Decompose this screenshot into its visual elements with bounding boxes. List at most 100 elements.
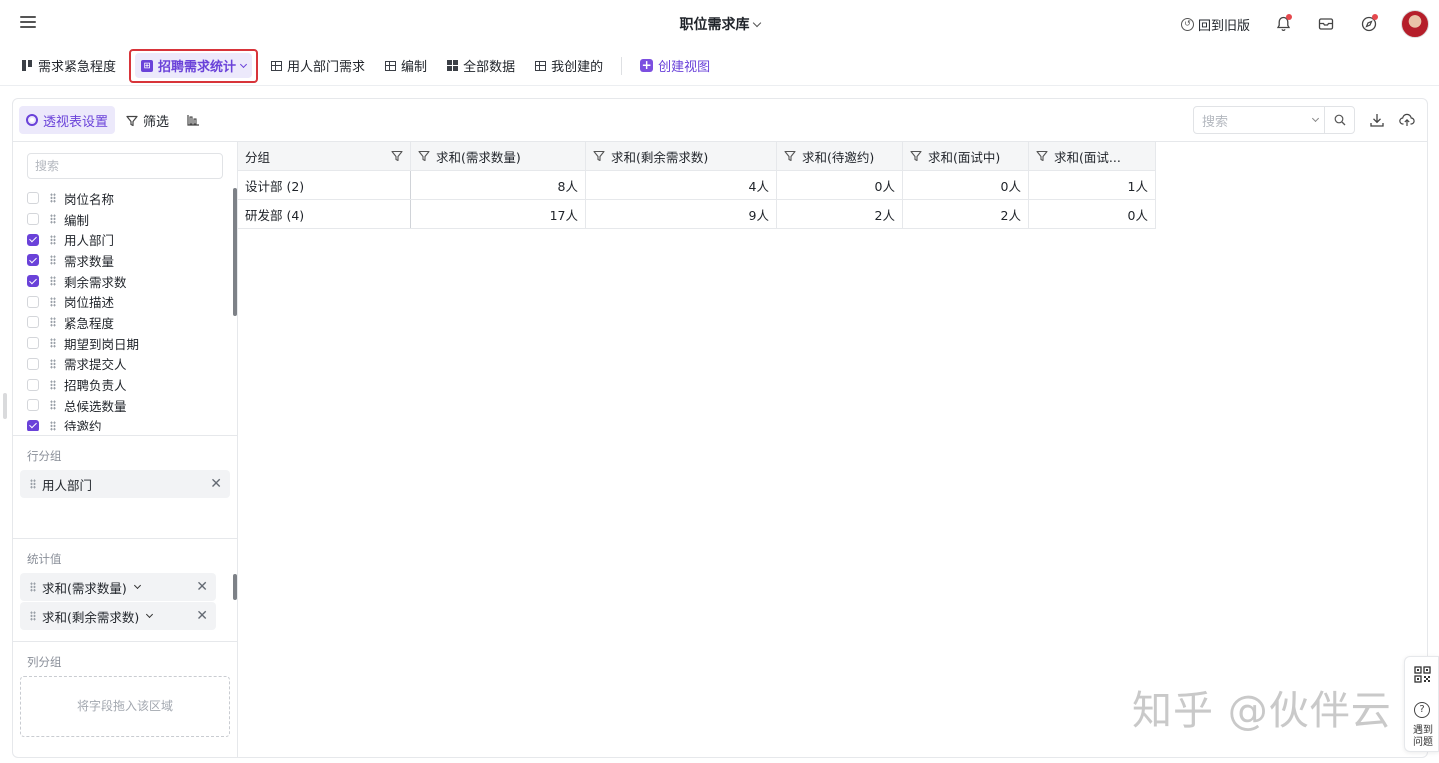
group-cell[interactable]: 研发部 (4)	[238, 200, 411, 228]
field-item[interactable]: 剩余需求数	[27, 271, 227, 292]
field-item[interactable]: 岗位描述	[27, 291, 227, 312]
value-chip[interactable]: 求和(剩余需求数) ✕	[20, 602, 216, 630]
column-header[interactable]: 求和(剩余需求数)	[586, 142, 777, 170]
field-item[interactable]: 编制	[27, 209, 227, 230]
download-icon[interactable]	[1369, 112, 1385, 128]
inbox-icon[interactable]	[1315, 13, 1337, 35]
field-checkbox[interactable]	[27, 275, 39, 288]
value-cell[interactable]: 2人	[903, 200, 1029, 228]
user-avatar[interactable]	[1401, 10, 1429, 38]
value-cell[interactable]: 17人	[411, 200, 586, 228]
filter-icon[interactable]	[910, 150, 922, 162]
table-row[interactable]: 研发部 (4) 17人 9人 2人 2人 0人	[238, 200, 1156, 229]
close-icon[interactable]: ✕	[196, 579, 208, 595]
side-drag-handle[interactable]	[3, 393, 7, 419]
field-item[interactable]: 用人部门	[27, 229, 227, 250]
value-cell[interactable]: 1人	[1029, 171, 1156, 199]
drag-handle-icon[interactable]	[50, 400, 56, 411]
tab-all-data[interactable]: 全部数据	[437, 52, 525, 80]
group-cell[interactable]: 设计部 (2)	[238, 171, 411, 199]
field-item[interactable]: 待邀约	[27, 416, 227, 431]
filter-icon[interactable]	[593, 150, 605, 162]
field-checkbox[interactable]	[27, 254, 39, 267]
help-icon[interactable]: ?	[1414, 702, 1430, 718]
value-cell[interactable]: 0人	[777, 171, 903, 199]
value-cell[interactable]: 0人	[903, 171, 1029, 199]
filter-icon[interactable]	[418, 150, 430, 162]
column-header[interactable]: 求和(面试...	[1029, 142, 1156, 170]
drag-handle-icon[interactable]	[50, 317, 56, 328]
field-checkbox[interactable]	[27, 233, 39, 246]
tab-urgency-view[interactable]: 需求紧急程度	[12, 52, 126, 80]
help-label[interactable]: 遇到问题	[1410, 725, 1436, 749]
values-scrollbar[interactable]	[233, 574, 237, 600]
notification-bell-icon[interactable]	[1272, 13, 1294, 35]
column-group-drop-zone[interactable]: 将字段拖入该区域	[20, 676, 230, 737]
field-item[interactable]: 招聘负责人	[27, 374, 227, 395]
upload-cloud-icon[interactable]	[1399, 112, 1415, 128]
drag-handle-icon[interactable]	[30, 611, 36, 621]
search-icon[interactable]	[1324, 107, 1354, 133]
field-checkbox[interactable]	[27, 316, 39, 329]
filter-icon[interactable]	[784, 150, 796, 162]
close-icon[interactable]: ✕	[210, 476, 222, 492]
table-row[interactable]: 设计部 (2) 8人 4人 0人 0人 1人	[238, 171, 1156, 200]
row-group-chip[interactable]: 用人部门 ✕	[20, 470, 230, 498]
search-input[interactable]: 搜索	[1194, 111, 1306, 130]
field-item[interactable]: 需求数量	[27, 250, 227, 271]
filter-icon[interactable]	[391, 150, 403, 162]
field-checkbox[interactable]	[27, 295, 39, 308]
value-cell[interactable]: 0人	[1029, 200, 1156, 228]
drag-handle-icon[interactable]	[50, 358, 56, 369]
tab-department-needs[interactable]: 用人部门需求	[261, 52, 375, 80]
column-header[interactable]: 求和(面试中)	[903, 142, 1029, 170]
drag-handle-icon[interactable]	[50, 296, 56, 307]
tab-created-by-me[interactable]: 我创建的	[525, 52, 613, 80]
filter-icon[interactable]	[1036, 150, 1048, 162]
qr-code-icon[interactable]	[1414, 666, 1431, 683]
column-header[interactable]: 求和(需求数量)	[411, 142, 586, 170]
value-cell[interactable]: 2人	[777, 200, 903, 228]
drag-handle-icon[interactable]	[30, 479, 36, 489]
field-checkbox[interactable]	[27, 419, 39, 431]
pivot-settings-button[interactable]: 透视表设置	[19, 106, 116, 134]
field-checkbox[interactable]	[27, 399, 39, 412]
search-field[interactable]: 搜索	[1193, 106, 1355, 134]
field-item[interactable]: 岗位名称	[27, 188, 227, 209]
field-item[interactable]: 期望到岗日期	[27, 333, 227, 354]
chart-button[interactable]	[180, 106, 207, 134]
filter-button[interactable]: 筛选	[119, 106, 176, 134]
drag-handle-icon[interactable]	[50, 276, 56, 287]
field-checkbox[interactable]	[27, 213, 39, 226]
tab-recruitment-stats[interactable]: ⊞ 招聘需求统计	[129, 48, 259, 83]
field-checkbox[interactable]	[27, 192, 39, 205]
value-chip[interactable]: 求和(需求数量) ✕	[20, 573, 216, 601]
value-cell[interactable]: 8人	[411, 171, 586, 199]
close-icon[interactable]: ✕	[196, 608, 208, 624]
app-title-dropdown[interactable]: 职位需求库	[680, 14, 761, 34]
column-header[interactable]: 求和(待邀约)	[777, 142, 903, 170]
tab-headcount[interactable]: 编制	[375, 52, 437, 80]
field-item[interactable]: 需求提交人	[27, 354, 227, 375]
drag-handle-icon[interactable]	[50, 193, 56, 204]
drag-handle-icon[interactable]	[50, 255, 56, 266]
drag-handle-icon[interactable]	[50, 234, 56, 245]
drag-handle-icon[interactable]	[50, 338, 56, 349]
drag-handle-icon[interactable]	[50, 420, 56, 431]
chevron-down-icon[interactable]	[146, 610, 154, 619]
drag-handle-icon[interactable]	[50, 214, 56, 225]
drag-handle-icon[interactable]	[30, 582, 36, 592]
field-list-scrollbar[interactable]	[233, 188, 237, 316]
field-checkbox[interactable]	[27, 378, 39, 391]
field-checkbox[interactable]	[27, 337, 39, 350]
chevron-down-icon[interactable]	[239, 60, 248, 68]
value-cell[interactable]: 4人	[586, 171, 777, 199]
chevron-down-icon[interactable]	[133, 581, 141, 590]
value-cell[interactable]: 9人	[586, 200, 777, 228]
field-search-input[interactable]: 搜索	[27, 153, 223, 179]
search-scope-dropdown[interactable]	[1306, 114, 1324, 123]
drag-handle-icon[interactable]	[50, 379, 56, 390]
field-item[interactable]: 紧急程度	[27, 312, 227, 333]
column-header-group[interactable]: 分组	[238, 142, 411, 170]
compass-icon[interactable]	[1358, 13, 1380, 35]
